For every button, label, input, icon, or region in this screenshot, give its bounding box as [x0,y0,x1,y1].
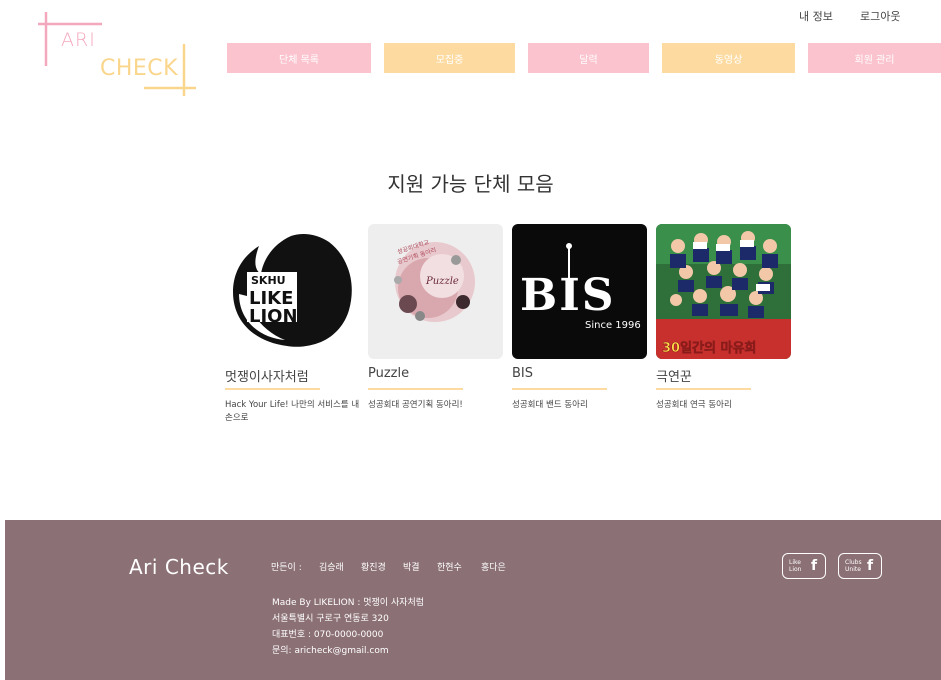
club-card-theater[interactable]: 30일간의 마유희 극연꾼 성공회대 연극 동아리 [656,224,791,412]
footer-made-by: Made By LIKELION : 멋쟁이 사자처럼 [272,598,425,608]
club-name[interactable]: Puzzle [368,366,503,384]
nav-recruiting[interactable]: 모집중 [384,43,515,73]
club-name[interactable]: BIS [512,366,647,384]
footer-maker: 홍다은 [481,563,506,573]
bis-since-text: Since 1996 [585,320,641,331]
section-title: 지원 가능 단체 모음 [387,172,554,196]
club-logo-puzzle[interactable]: 성공회대학교 공연기획 동아리 Puzzle [368,224,503,359]
likelion-logo-text-skhu: SKHU [251,274,286,287]
logo-text-check: CHECK [100,56,179,81]
club-name-underline [512,388,607,390]
likelion-facebook-button[interactable]: Like Lion f [782,553,826,579]
theater-poster-title: 30일간의 마유희 [662,340,756,356]
footer-phone: 대표번호 : 070-0000-0000 [272,630,384,640]
nav-calendar[interactable]: 달력 [528,43,649,73]
footer-maker: 한현수 [437,563,462,573]
club-name-underline [225,388,320,390]
club-description: 성공회대 밴드 동아리 [512,400,588,410]
club-poster-theater[interactable]: 30일간의 마유희 [656,224,791,359]
club-name-underline [656,388,751,390]
likelion-logo-text-lion: LION [249,306,298,327]
logo-text-ari: ARI [61,29,96,51]
bis-logo-text: BIS [520,270,616,321]
facebook-icon: f [867,558,874,574]
badge-label: Clubs Unite [845,559,862,573]
site-footer: Ari Check 만든이 : 김승래 황진경 박결 한현수 홍다은 Made … [5,520,941,680]
club-card-likelion[interactable]: SKHU LIKE LION 멋쟁이사자처럼 Hack Your Life! 나… [225,224,360,425]
club-name[interactable]: 멋쟁이사자처럼 [225,366,360,385]
clubs-unite-facebook-button[interactable]: Clubs Unite f [838,553,882,579]
puzzle-logo-text-name: Puzzle [425,276,459,287]
club-description: 성공회대 공연기획 동아리! [368,400,463,410]
footer-contact-email[interactable]: 문의: aricheck@gmail.com [272,643,389,656]
footer-makers-label: 만든이 : [271,563,302,573]
nav-club-list[interactable]: 단체 목록 [227,43,371,73]
club-card-bis[interactable]: BIS Since 1996 BIS 성공회대 밴드 동아리 [512,224,647,412]
footer-maker: 박결 [403,563,420,573]
club-logo-likelion[interactable]: SKHU LIKE LION [225,224,360,359]
club-description: Hack Your Life! 나만의 서비스를 내손으로 [225,400,360,423]
footer-brand: Ari Check [129,555,229,579]
footer-address: 서울특별시 구로구 연동로 320 [272,614,389,624]
footer-maker: 김승래 [319,563,344,573]
club-description: 성공회대 연극 동아리 [656,400,732,410]
club-name-underline [368,388,463,390]
footer-maker: 황진경 [361,563,386,573]
my-info-link[interactable]: 내 정보 [799,8,833,24]
facebook-icon: f [811,558,818,574]
club-card-puzzle[interactable]: 성공회대학교 공연기획 동아리 Puzzle Puzzle 성공회대 공연기획 … [368,224,503,412]
logo-lines [38,12,196,96]
logout-link[interactable]: 로그아웃 [860,8,900,24]
club-name[interactable]: 극연꾼 [656,366,791,385]
nav-videos[interactable]: 동영상 [662,43,795,73]
club-logo-bis[interactable]: BIS Since 1996 [512,224,647,359]
nav-member-management[interactable]: 회원 관리 [808,43,941,73]
site-logo[interactable]: ARI CHECK [36,10,201,100]
badge-label: Like Lion [789,559,802,573]
